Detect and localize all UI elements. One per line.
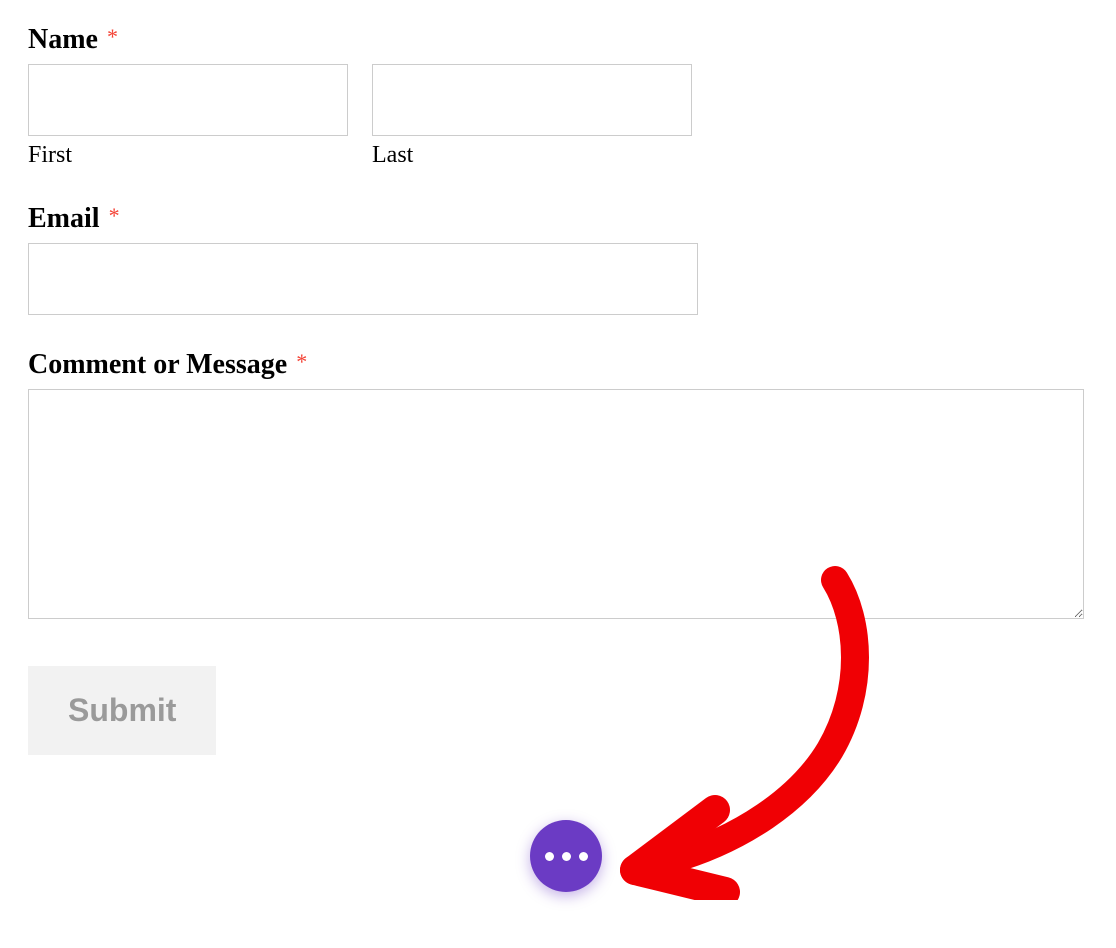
email-label-text: Email xyxy=(28,203,100,234)
ellipsis-icon xyxy=(562,852,571,861)
last-name-sublabel: Last xyxy=(372,142,692,169)
comment-textarea[interactable] xyxy=(28,389,1084,619)
ellipsis-icon xyxy=(579,852,588,861)
name-row: First Last xyxy=(28,64,1088,169)
first-name-input[interactable] xyxy=(28,64,348,136)
last-name-input[interactable] xyxy=(372,64,692,136)
chat-button[interactable] xyxy=(530,820,602,892)
comment-label-text: Comment or Message xyxy=(28,349,287,380)
name-field-group: Name * First Last xyxy=(28,24,1088,169)
first-name-column: First xyxy=(28,64,348,169)
required-asterisk: * xyxy=(107,24,118,49)
required-asterisk: * xyxy=(109,203,120,228)
name-label-text: Name xyxy=(28,24,98,55)
ellipsis-icon xyxy=(545,852,554,861)
first-name-sublabel: First xyxy=(28,142,348,169)
comment-field-group: Comment or Message * xyxy=(28,349,1088,624)
comment-label: Comment or Message * xyxy=(28,349,1088,381)
name-label: Name * xyxy=(28,24,1088,56)
email-input[interactable] xyxy=(28,243,698,315)
email-label: Email * xyxy=(28,203,1088,235)
contact-form: Name * First Last Email * Comment or Mes… xyxy=(28,24,1088,755)
email-field-group: Email * xyxy=(28,203,1088,315)
last-name-column: Last xyxy=(372,64,692,169)
required-asterisk: * xyxy=(296,349,307,374)
submit-button[interactable]: Submit xyxy=(28,666,216,755)
